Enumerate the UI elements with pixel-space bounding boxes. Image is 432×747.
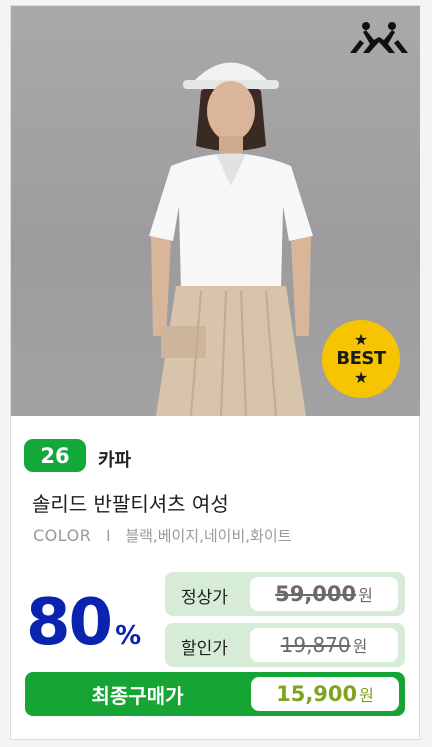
final-price-value: 15,900 [276,682,358,706]
star-icon: ★ [353,368,369,387]
final-price-label: 최종구매가 [91,683,184,708]
regular-price-value: 59,000 [275,582,357,606]
product-name[interactable]: 솔리드 반팔티셔츠 여성 [32,488,229,517]
currency-unit: 원 [359,686,374,705]
currency-unit: 원 [358,586,373,605]
discount-number: 80 [26,586,113,660]
color-label: COLOR [33,526,92,545]
sale-price-label: 할인가 [181,639,228,659]
best-badge: ★ BEST ★ [322,320,400,398]
regular-price-box: 59,000 원 [250,577,398,611]
rank-badge: 26 [24,439,86,472]
star-icon: ★ [353,330,369,349]
final-price-box: 15,900 원 [251,677,399,711]
color-list: 블랙,베이지,네이비,화이트 [125,527,292,545]
final-price-row[interactable]: 최종구매가 15,900 원 [25,672,405,716]
sale-price-value: 19,870 [280,633,351,657]
kappa-logo-icon [350,22,408,53]
color-separator: I [106,527,111,545]
model-photo [149,62,313,416]
sale-price-box: 19,870 원 [250,628,398,662]
sale-price-row: 할인가 19,870 원 [165,623,405,667]
best-badge-label: BEST [336,348,386,369]
discount-unit: % [115,621,142,651]
discount-rate: 80% [26,588,141,658]
brand-name[interactable]: 카파 [98,446,131,472]
color-options: COLOR I 블랙,베이지,네이비,화이트 [33,525,291,546]
currency-unit: 원 [352,637,368,656]
regular-price-label: 정상가 [181,588,228,608]
product-image[interactable]: ★ BEST ★ [11,6,420,416]
regular-price-row: 정상가 59,000 원 [165,572,405,616]
